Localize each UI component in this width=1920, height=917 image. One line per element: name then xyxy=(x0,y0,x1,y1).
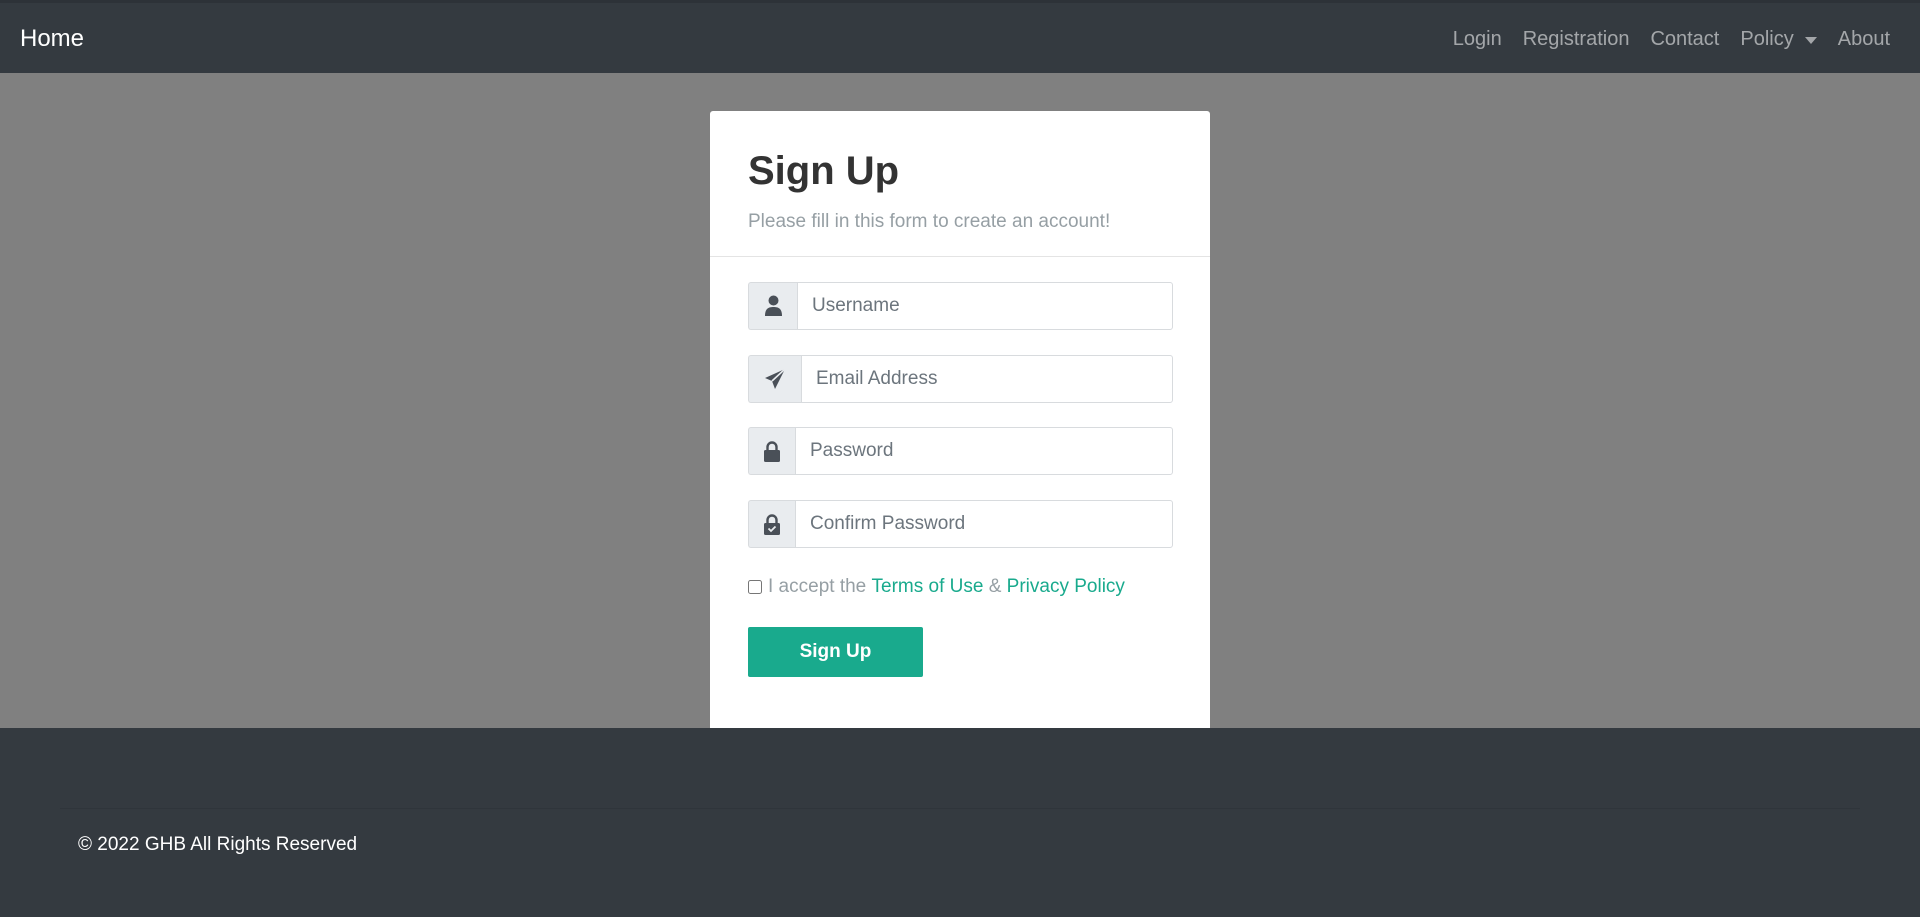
confirm-password-input[interactable] xyxy=(795,500,1173,548)
nav-policy-dropdown[interactable]: Policy xyxy=(1740,28,1817,51)
terms-of-use-link[interactable]: Terms of Use xyxy=(872,576,984,598)
brand-home-link[interactable]: Home xyxy=(20,25,84,53)
password-group xyxy=(748,427,1173,475)
lock-icon xyxy=(748,427,795,475)
email-group xyxy=(748,355,1173,403)
username-input[interactable] xyxy=(797,282,1173,330)
user-icon xyxy=(748,282,797,330)
nav-policy-label: Policy xyxy=(1740,28,1794,50)
lock-check-icon xyxy=(748,500,795,548)
copyright-text: © 2022 GHB All Rights Reserved xyxy=(78,834,358,855)
username-group xyxy=(748,282,1173,330)
nav-links: Login Registration Contact Policy About xyxy=(1432,28,1890,51)
footer-divider xyxy=(60,808,1860,809)
confirm-password-group xyxy=(748,500,1173,548)
footer: © 2022 GHB All Rights Reserved xyxy=(0,728,1920,917)
privacy-policy-link[interactable]: Privacy Policy xyxy=(1007,576,1125,598)
email-input[interactable] xyxy=(801,355,1173,403)
signup-form: Sign Up Please fill in this form to crea… xyxy=(710,111,1210,728)
nav-registration-link[interactable]: Registration xyxy=(1523,28,1630,51)
nav-login-link[interactable]: Login xyxy=(1453,28,1502,51)
nav-about-link[interactable]: About xyxy=(1838,28,1890,51)
nav-contact-link[interactable]: Contact xyxy=(1650,28,1719,51)
signup-button[interactable]: Sign Up xyxy=(748,627,923,677)
terms-checkbox[interactable] xyxy=(748,580,762,594)
terms-ampersand: & xyxy=(983,576,1007,597)
paper-plane-icon xyxy=(748,355,801,403)
top-navbar: Home Login Registration Contact Policy A… xyxy=(0,0,1920,73)
form-title: Sign Up xyxy=(748,149,900,193)
password-input[interactable] xyxy=(795,427,1173,475)
form-divider xyxy=(710,256,1210,257)
form-subtitle: Please fill in this form to create an ac… xyxy=(748,211,1111,232)
terms-prefix: I accept the xyxy=(768,576,872,597)
terms-row: I accept the Terms of Use & Privacy Poli… xyxy=(748,576,1125,598)
caret-down-icon xyxy=(1804,37,1817,44)
